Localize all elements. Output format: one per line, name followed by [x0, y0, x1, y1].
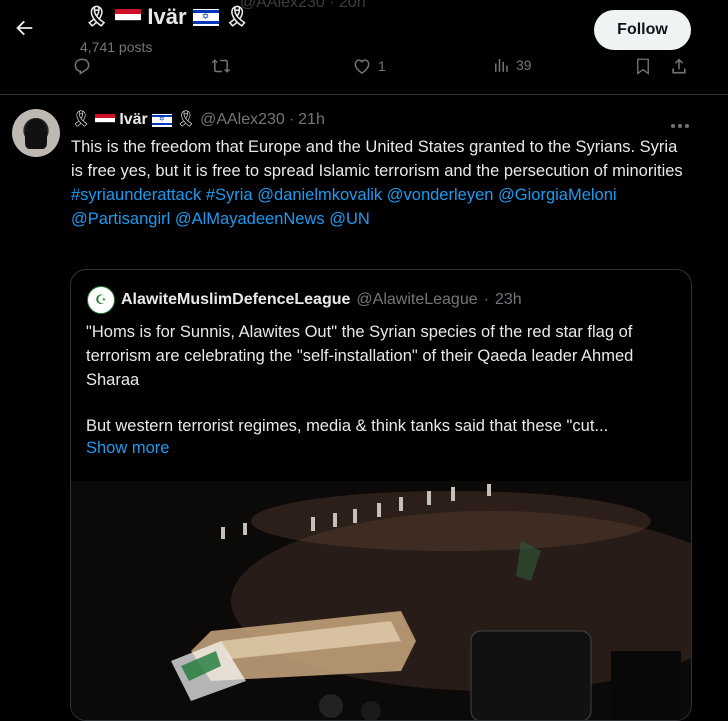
- quote-header: ☪ AlawiteMuslimDefenceLeague @AlawiteLea…: [87, 286, 522, 314]
- views-count: 39: [516, 57, 532, 73]
- tweet-time[interactable]: 21h: [298, 111, 325, 129]
- video-frame-image: [71, 481, 691, 720]
- hashtag-link[interactable]: #syriaunderattack: [71, 186, 201, 204]
- bookmark-icon: [637, 58, 649, 75]
- tweet-text: This is the freedom that Europe and the …: [71, 135, 691, 231]
- repost-button[interactable]: [210, 56, 232, 76]
- tweet-body: This is the freedom that Europe and the …: [71, 138, 683, 180]
- back-button[interactable]: [6, 10, 42, 46]
- profile-header: @AAlex230 · 20h 🎗 Ivär ✡ 🎗 4,741 posts F…: [0, 0, 728, 95]
- quote-card[interactable]: ☪ AlawiteMuslimDefenceLeague @AlawiteLea…: [70, 269, 692, 721]
- show-more-link[interactable]: Show more: [86, 439, 169, 458]
- syria-flag-icon: [95, 113, 116, 127]
- reply-button[interactable]: [72, 56, 92, 76]
- tweet-header: 🎗 Ivär ✡ 🎗 @AAlex230 · 21h: [71, 111, 325, 129]
- share-button[interactable]: [669, 56, 689, 76]
- separator: ·: [288, 111, 295, 128]
- share-icon: [672, 58, 686, 74]
- separator: ·: [483, 291, 489, 308]
- israel-flag-icon: ✡: [151, 113, 172, 127]
- header-display-name: 🎗 Ivär ✡ 🎗: [84, 4, 250, 30]
- quote-text: "Homs is for Sunnis, Alawites Out" the S…: [86, 323, 634, 389]
- quote-author-name[interactable]: AlawiteMuslimDefenceLeague: [121, 291, 350, 309]
- mention-link[interactable]: @danielmkovalik: [257, 186, 382, 204]
- yellow-ribbon-icon: 🎗: [224, 6, 250, 28]
- views-button[interactable]: 39: [492, 56, 532, 74]
- posts-count: 4,741 posts: [80, 39, 153, 55]
- israel-flag-icon: ✡: [192, 8, 219, 26]
- mention-link[interactable]: @Partisangirl: [71, 210, 170, 228]
- reply-icon: [74, 58, 90, 75]
- follow-button[interactable]: Follow: [594, 10, 691, 50]
- yellow-ribbon-icon: 🎗: [71, 111, 92, 128]
- mention-link[interactable]: @AlMayadeenNews: [175, 210, 325, 228]
- author-handle[interactable]: @AAlex230: [200, 111, 285, 129]
- mention-link[interactable]: @vonderleyen: [387, 186, 494, 204]
- like-count: 1: [378, 58, 386, 74]
- heart-icon: [354, 59, 370, 74]
- more-button[interactable]: [670, 113, 690, 134]
- mention-link[interactable]: @UN: [329, 210, 370, 228]
- avatar[interactable]: [12, 109, 60, 157]
- syria-flag-icon: [115, 8, 142, 26]
- like-button[interactable]: 1: [352, 56, 386, 76]
- quote-text-truncated: But western terrorist regimes, media & t…: [86, 417, 609, 435]
- scrolled-handle-ghost: @AAlex230 · 20h: [240, 0, 366, 11]
- bookmark-button[interactable]: [634, 56, 652, 76]
- analytics-icon: [495, 59, 508, 72]
- yellow-ribbon-icon: 🎗: [84, 6, 110, 28]
- quote-time[interactable]: 23h: [495, 291, 522, 309]
- quote-author-handle[interactable]: @AlawiteLeague: [356, 291, 477, 309]
- quote-video-thumbnail[interactable]: [71, 481, 691, 720]
- previous-post-actions: 1 39: [0, 56, 728, 78]
- quote-avatar[interactable]: ☪: [87, 286, 115, 314]
- repost-icon: [211, 59, 231, 73]
- author-name[interactable]: Ivär: [119, 111, 147, 129]
- mention-link[interactable]: @GiorgiaMeloni: [498, 186, 617, 204]
- hashtag-link[interactable]: #Syria: [206, 186, 253, 204]
- arrow-left-icon: [16, 20, 33, 36]
- yellow-ribbon-icon: 🎗: [175, 111, 197, 128]
- header-name-text: Ivär: [147, 4, 187, 29]
- more-icon: [671, 124, 689, 128]
